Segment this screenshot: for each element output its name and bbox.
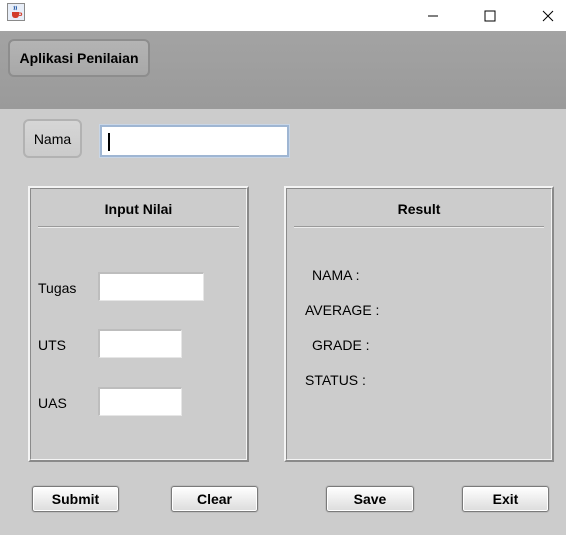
uts-label: UTS: [38, 337, 66, 353]
minimize-button[interactable]: [410, 0, 456, 31]
result-panel: Result NAMA : AVERAGE : GRADE : STATUS :: [284, 186, 554, 462]
input-nilai-title: Input Nilai: [104, 201, 173, 217]
maximize-button[interactable]: [467, 0, 513, 31]
submit-button[interactable]: Submit: [32, 486, 119, 512]
close-icon: [542, 10, 554, 21]
maximize-icon: [484, 10, 496, 21]
close-button[interactable]: [525, 0, 566, 31]
nama-label: Nama: [23, 119, 82, 158]
panel-divider: [294, 226, 544, 228]
result-title: Result: [397, 201, 441, 217]
exit-button[interactable]: Exit: [462, 486, 549, 512]
result-nama-label: NAMA :: [312, 267, 360, 283]
tugas-input[interactable]: [98, 272, 204, 301]
text-caret: [108, 133, 110, 151]
nama-input[interactable]: [99, 124, 290, 158]
java-cup-icon[interactable]: [7, 3, 25, 21]
input-nilai-panel: Input Nilai Tugas UTS UAS: [28, 186, 249, 462]
result-status-label: STATUS :: [305, 372, 366, 388]
uas-label: UAS: [38, 395, 67, 411]
tugas-label: Tugas: [38, 280, 77, 296]
app-title-label: Aplikasi Penilaian: [8, 39, 150, 77]
uas-input[interactable]: [98, 387, 182, 416]
clear-button[interactable]: Clear: [171, 486, 258, 512]
result-average-label: AVERAGE :: [305, 302, 380, 318]
result-grade-label: GRADE :: [312, 337, 370, 353]
panel-divider: [38, 226, 239, 228]
window-titlebar: [0, 0, 566, 31]
save-button[interactable]: Save: [326, 486, 414, 512]
minimize-icon: [428, 15, 438, 16]
uts-input[interactable]: [98, 329, 182, 358]
